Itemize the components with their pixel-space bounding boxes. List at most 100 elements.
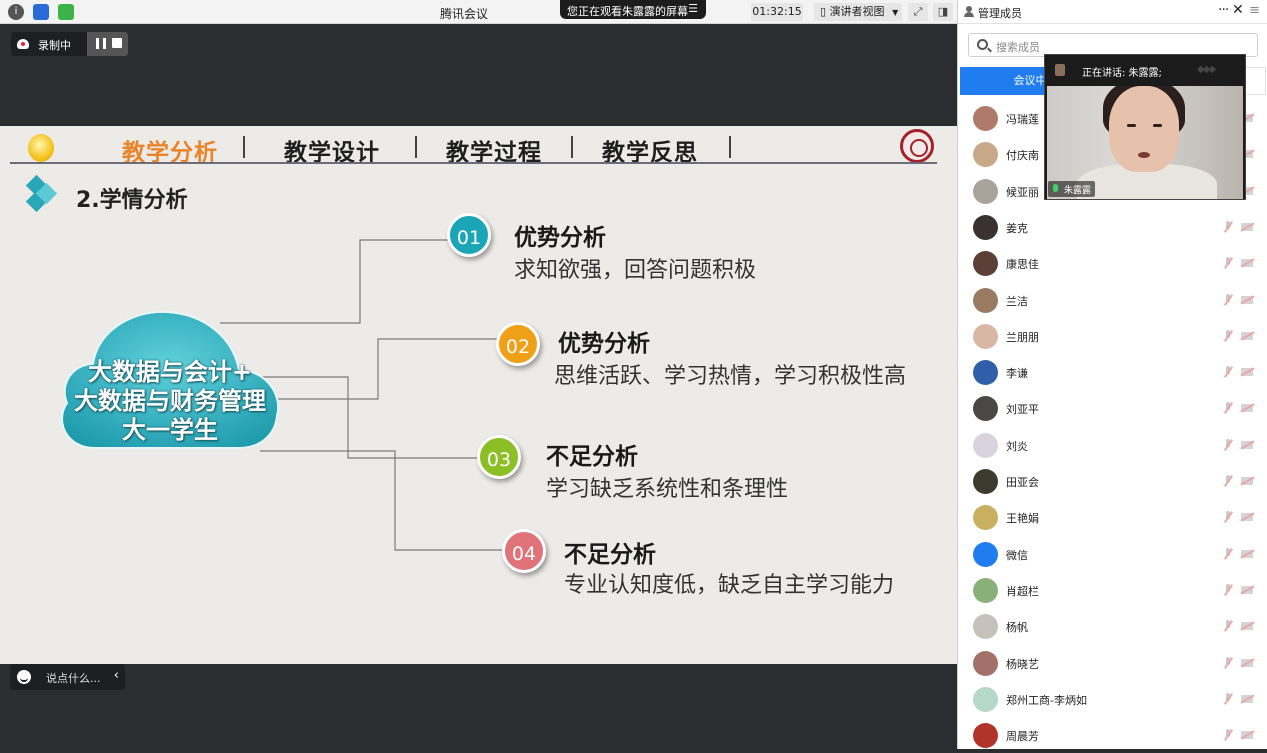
camera-off-icon[interactable] xyxy=(1241,513,1253,522)
member-name: 李谦 xyxy=(1006,367,1028,381)
mic-muted-icon[interactable] xyxy=(1222,656,1234,669)
recording-label: 录制中 xyxy=(38,39,71,52)
member-row[interactable]: 郑州工商-李炳如 xyxy=(958,681,1267,717)
camera-off-icon[interactable] xyxy=(1241,549,1253,558)
emoji-icon[interactable] xyxy=(17,670,31,684)
mic-muted-icon[interactable] xyxy=(1222,329,1234,342)
chat-input-bar[interactable]: 说点什么... ‹ xyxy=(10,664,125,690)
mic-muted-icon[interactable] xyxy=(1222,402,1234,414)
mic-muted-icon[interactable] xyxy=(1222,692,1234,705)
mic-muted-icon[interactable] xyxy=(1222,438,1234,451)
member-row[interactable]: 兰朋朋 xyxy=(958,318,1267,354)
camera-off-icon[interactable] xyxy=(1241,368,1253,377)
member-row[interactable]: 刘亚平 xyxy=(958,390,1267,426)
cloud-line-2: 大数据与财务管理 xyxy=(74,387,266,415)
app-title: 腾讯会议 xyxy=(440,7,489,21)
info-icon[interactable]: i xyxy=(8,4,24,20)
member-name: 周晨芳 xyxy=(1006,730,1039,744)
member-name: 刘炎 xyxy=(1006,439,1028,453)
speaker-header: 正在讲话: 朱露露; ◆◆◆ xyxy=(1045,55,1245,85)
fullscreen-icon[interactable]: ⤢ xyxy=(908,3,928,21)
mic-muted-icon[interactable] xyxy=(1222,366,1234,378)
view-mode-dropdown[interactable]: ▯ 演讲者视图 ▼ xyxy=(814,3,902,21)
avatar xyxy=(973,650,998,676)
member-name: 田亚会 xyxy=(1006,476,1039,489)
camera-off-icon[interactable] xyxy=(1241,440,1253,449)
item-desc-03: 学习缺乏系统性和条理性 xyxy=(546,477,789,502)
member-name: 杨晓艺 xyxy=(1006,657,1039,671)
cloud-line-1: 大数据与会计+ xyxy=(87,358,253,386)
member-row[interactable]: 微信 xyxy=(958,536,1267,572)
screen-share-banner[interactable]: 您正在观看朱露露的屏幕 ☰ xyxy=(560,0,706,19)
item-desc-02: 思维活跃、学习热情，学习积极性高 xyxy=(554,364,907,389)
member-name: 郑州工商-李炳如 xyxy=(1006,693,1087,707)
member-row[interactable]: 兰洁 xyxy=(958,282,1267,318)
camera-off-icon[interactable] xyxy=(1241,477,1253,485)
member-name: 刘亚平 xyxy=(1006,403,1039,417)
member-row[interactable]: 李谦 xyxy=(958,354,1267,390)
camera-off-icon[interactable] xyxy=(1241,331,1253,340)
more-icon[interactable]: ··· xyxy=(1218,2,1229,18)
cloud-record-icon xyxy=(17,39,29,49)
speaker-video-window[interactable]: 正在讲话: 朱露露; ◆◆◆ 朱露露 xyxy=(1044,54,1246,200)
mic-muted-icon[interactable] xyxy=(1222,511,1234,523)
close-icon[interactable]: ✕ xyxy=(1232,2,1244,18)
chat-placeholder: 说点什么... xyxy=(46,672,101,685)
camera-feed-face xyxy=(1109,86,1179,172)
cloud-label: 大数据与会计+ 大数据与财务管理 大一学生 xyxy=(55,358,285,445)
person-icon xyxy=(964,6,974,17)
mic-muted-icon[interactable] xyxy=(1222,220,1234,233)
camera-off-icon[interactable] xyxy=(1241,731,1253,740)
item-title-01: 优势分析 xyxy=(514,225,606,251)
view-mode-label: 演讲者视图 xyxy=(829,5,885,18)
member-name: 兰洁 xyxy=(1006,294,1028,308)
avatar xyxy=(973,251,998,277)
avatar xyxy=(973,396,998,422)
recording-controls xyxy=(87,32,128,56)
camera-feed-eye xyxy=(1127,124,1136,127)
camera-off-icon[interactable] xyxy=(1241,585,1253,594)
camera-off-icon[interactable] xyxy=(1241,295,1253,304)
member-row[interactable]: 康思佳 xyxy=(958,245,1267,281)
camera-off-icon[interactable] xyxy=(1241,622,1253,631)
member-row[interactable]: 王艳娟 xyxy=(958,499,1267,535)
camera-off-icon[interactable] xyxy=(1241,222,1253,231)
panel-title: 管理成员 xyxy=(978,7,1022,20)
member-row[interactable]: 周晨芳 xyxy=(958,717,1267,753)
chevron-down-icon: ▼ xyxy=(892,8,899,17)
member-row[interactable]: 杨帆 xyxy=(958,608,1267,644)
mic-muted-icon[interactable] xyxy=(1222,583,1234,596)
signal-icon[interactable] xyxy=(58,4,74,20)
menu-lines-icon[interactable]: ☰ xyxy=(688,2,698,15)
expand-icon[interactable]: ◆◆◆ xyxy=(1197,64,1216,75)
member-name: 付庆南 xyxy=(1006,149,1039,163)
member-name: 姜克 xyxy=(1006,221,1028,235)
member-row[interactable]: 田亚会 xyxy=(958,463,1267,499)
member-row[interactable]: 杨晓艺 xyxy=(958,645,1267,681)
mic-muted-icon[interactable] xyxy=(1222,620,1234,632)
stop-recording-button[interactable] xyxy=(112,38,122,48)
member-name: 王艳娟 xyxy=(1006,512,1039,526)
camera-off-icon[interactable] xyxy=(1241,404,1253,413)
mic-muted-icon[interactable] xyxy=(1222,293,1234,306)
camera-off-icon[interactable] xyxy=(1241,694,1253,703)
member-row[interactable]: 肖超栏 xyxy=(958,572,1267,608)
chevron-left-icon[interactable]: ‹ xyxy=(114,668,119,683)
mic-muted-icon[interactable] xyxy=(1222,257,1234,269)
toggle-panel-icon[interactable]: ◨ xyxy=(933,3,953,21)
speaker-avatar xyxy=(1055,64,1065,76)
camera-off-icon[interactable] xyxy=(1241,658,1253,667)
avatar xyxy=(973,432,998,458)
camera-off-icon[interactable] xyxy=(1241,259,1253,268)
member-row[interactable]: 姜克 xyxy=(958,209,1267,245)
member-name: 候亚丽 xyxy=(1006,185,1039,199)
avatar xyxy=(973,323,998,349)
shield-icon[interactable] xyxy=(33,4,49,20)
pause-recording-button[interactable] xyxy=(96,38,106,49)
mic-muted-icon[interactable] xyxy=(1222,729,1234,741)
member-row[interactable]: 刘炎 xyxy=(958,427,1267,463)
mic-muted-icon[interactable] xyxy=(1222,475,1234,487)
menu-icon[interactable]: ≡ xyxy=(1249,3,1260,18)
avatar xyxy=(973,614,998,640)
mic-muted-icon[interactable] xyxy=(1222,547,1234,560)
